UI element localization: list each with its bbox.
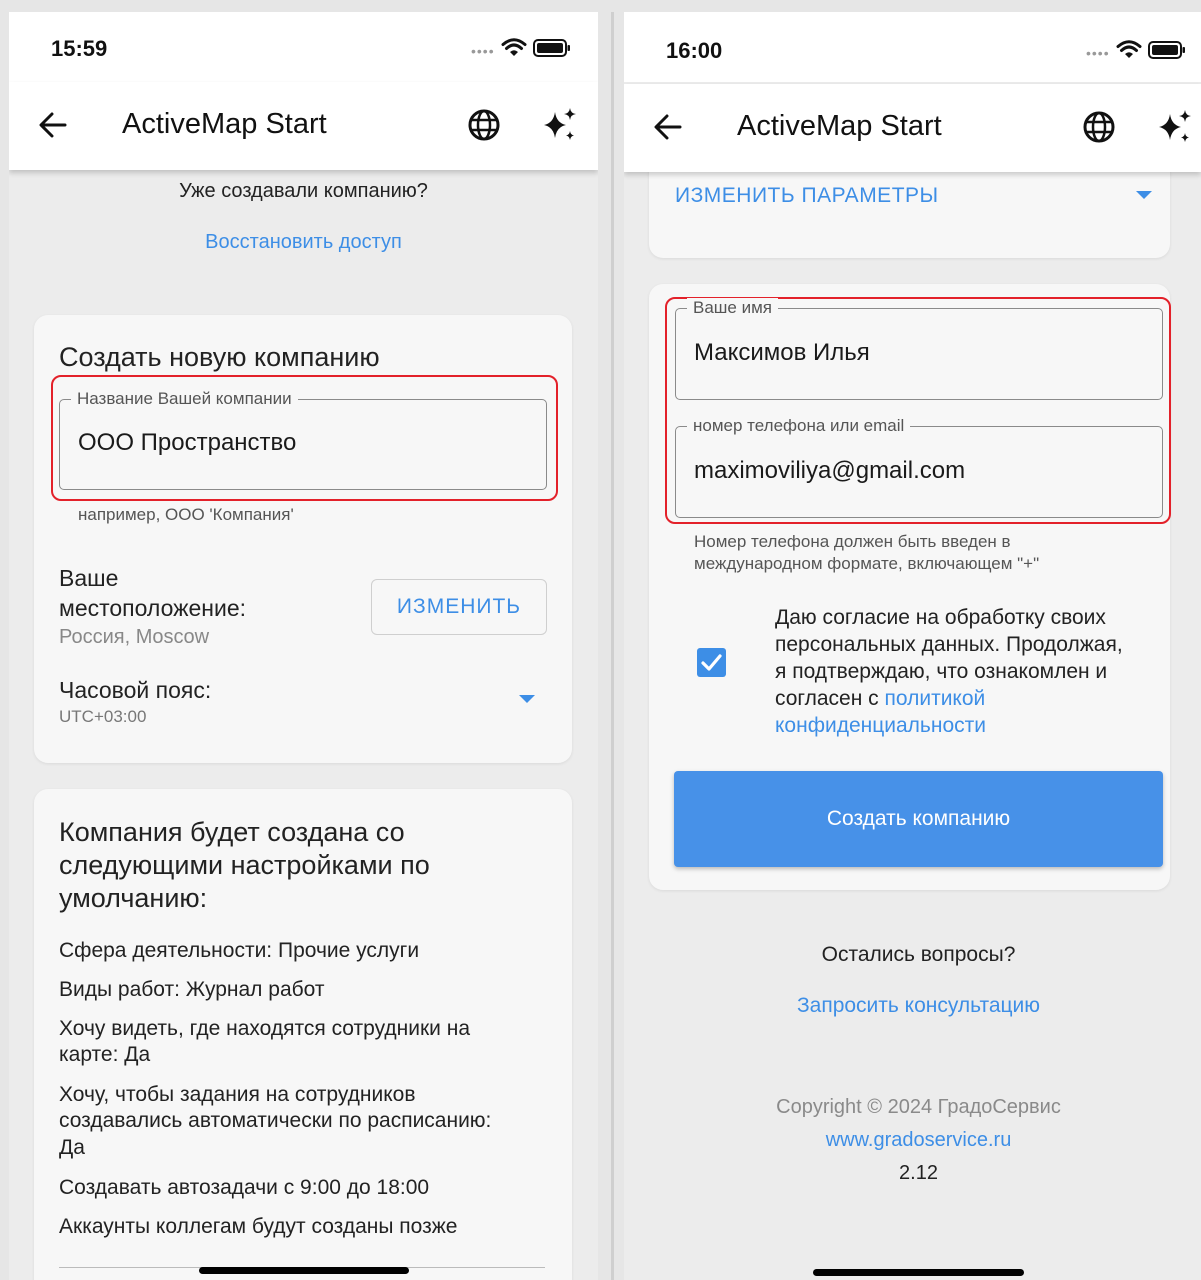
company-name-label: Название Вашей компании [71,389,298,409]
screen-divider [611,12,614,1280]
name-field[interactable]: Ваше имя Максимов Илья [675,298,1163,400]
defaults-item: Аккаунты коллегам будут созданы позже [59,1215,458,1238]
website-link[interactable]: www.gradoservice.ru [624,1129,1201,1152]
default-settings-card: Компания будет создана со следующими нас… [34,789,572,1280]
consent-line2: персональных данных. Продолжая, [775,633,1123,656]
name-value: Максимов Илья [694,339,870,366]
wifi-icon [1116,40,1142,58]
status-icons: •••• [1086,40,1186,60]
checkmark-icon [701,654,722,671]
back-arrow-icon[interactable] [652,112,684,142]
consent-checkbox[interactable] [697,648,726,677]
timezone-label: Часовой пояс: [59,677,212,703]
battery-icon [1147,41,1185,59]
right-screen: 16:00 •••• ActiveMap Start ИЗМЕНИТЬ ПАРА… [624,12,1201,1280]
home-indicator [813,1269,1024,1276]
contact-value: maximoviliya@gmail.com [694,457,966,484]
card-title: Создать новую компанию [59,342,380,372]
consent-line3: я подтверждаю, что ознакомлен и [775,660,1108,683]
back-arrow-icon[interactable] [37,110,69,140]
app-bar: ActiveMap Start [9,82,598,170]
change-location-button[interactable]: ИЗМЕНИТЬ [371,579,547,635]
signal-icon: •••• [1086,45,1110,61]
defaults-item-cont: карте: Да [59,1043,151,1066]
consent-line1: Даю согласие на обработку своих [775,606,1106,629]
name-label: Ваше имя [687,298,778,318]
status-bar: 16:00 •••• [624,12,1201,82]
already-created-text: Уже создавали компанию? [179,180,428,202]
location-label-line2: местоположение: [59,595,247,621]
phone-hint-line1: Номер телефона должен быть введен в [694,532,1011,551]
create-company-button[interactable]: Создать компанию [674,771,1163,867]
consent-line4: согласен с политикой [775,687,985,711]
app-title: ActiveMap Start [737,110,942,142]
timezone-dropdown-icon[interactable] [518,694,536,704]
questions-text: Остались вопросы? [821,943,1016,966]
version-text: 2.12 [899,1162,938,1184]
change-button-label: ИЗМЕНИТЬ [396,595,522,618]
defaults-item-cont: создавались автоматически по расписанию: [59,1109,492,1132]
restore-access-link[interactable]: Восстановить доступ [9,231,598,254]
battery-icon [532,39,570,57]
defaults-item: Хочу, чтобы задания на сотрудников [59,1083,416,1106]
create-button-label: Создать компанию [826,807,1011,830]
location-label-line1: Ваше [59,565,119,591]
params-dropdown-icon[interactable] [1135,190,1153,200]
company-name-value: ООО Пространство [78,429,297,456]
status-icons: •••• [471,38,571,58]
location-value: Россия, Moscow [59,626,210,648]
home-indicator [199,1267,409,1274]
company-name-field[interactable]: Название Вашей компании ООО Пространство [59,389,547,490]
timezone-value: UTC+03:00 [59,707,147,726]
create-company-card: Создать новую компанию Название Вашей ко… [34,315,572,763]
user-info-card: Ваше имя Максимов Илья номер телефона ил… [649,284,1171,890]
request-consultation-link[interactable]: Запросить консультацию [624,994,1201,1018]
app-title: ActiveMap Start [122,108,327,140]
copyright-text: Copyright © 2024 ГрадоСервис [776,1096,1061,1118]
app-bar: ActiveMap Start [624,84,1201,172]
defaults-title-line2: следующими настройками по [59,850,430,880]
change-params-link[interactable]: ИЗМЕНИТЬ ПАРАМЕТРЫ [675,184,939,208]
sparkle-icon[interactable] [1156,108,1194,146]
consent-prefix: согласен с [775,687,885,710]
privacy-policy-link[interactable]: политикой [885,687,986,710]
sparkle-icon[interactable] [541,106,579,144]
defaults-item: Виды работ: Журнал работ [59,978,325,1001]
defaults-item: Сфера деятельности: Прочие услуги [59,939,420,962]
defaults-title-line1: Компания будет создана со [59,817,405,847]
contact-field[interactable]: номер телефона или email maximoviliya@gm… [675,416,1163,518]
wifi-icon [501,38,527,56]
left-screen: 15:59 •••• ActiveMap Start Уже создавали… [9,12,598,1280]
signal-icon: •••• [471,43,495,59]
contact-label: номер телефона или email [687,416,911,436]
phone-hint-line2: международном формате, включающем "+" [694,554,1040,573]
defaults-item: Создавать автозадачи с 9:00 до 18:00 [59,1176,430,1199]
status-bar: 15:59 •••• [9,12,598,82]
defaults-title-line3: умолчанию: [59,883,208,913]
privacy-policy-link-cont[interactable]: конфиденциальности [775,714,986,738]
defaults-item-cont: Да [59,1136,85,1159]
globe-icon[interactable] [1082,110,1116,144]
status-time: 16:00 [666,38,723,63]
status-time: 15:59 [51,36,108,61]
defaults-item: Хочу видеть, где находятся сотрудники на [59,1017,470,1040]
company-name-hint: например, ООО 'Компания' [78,505,294,524]
globe-icon[interactable] [467,108,501,142]
